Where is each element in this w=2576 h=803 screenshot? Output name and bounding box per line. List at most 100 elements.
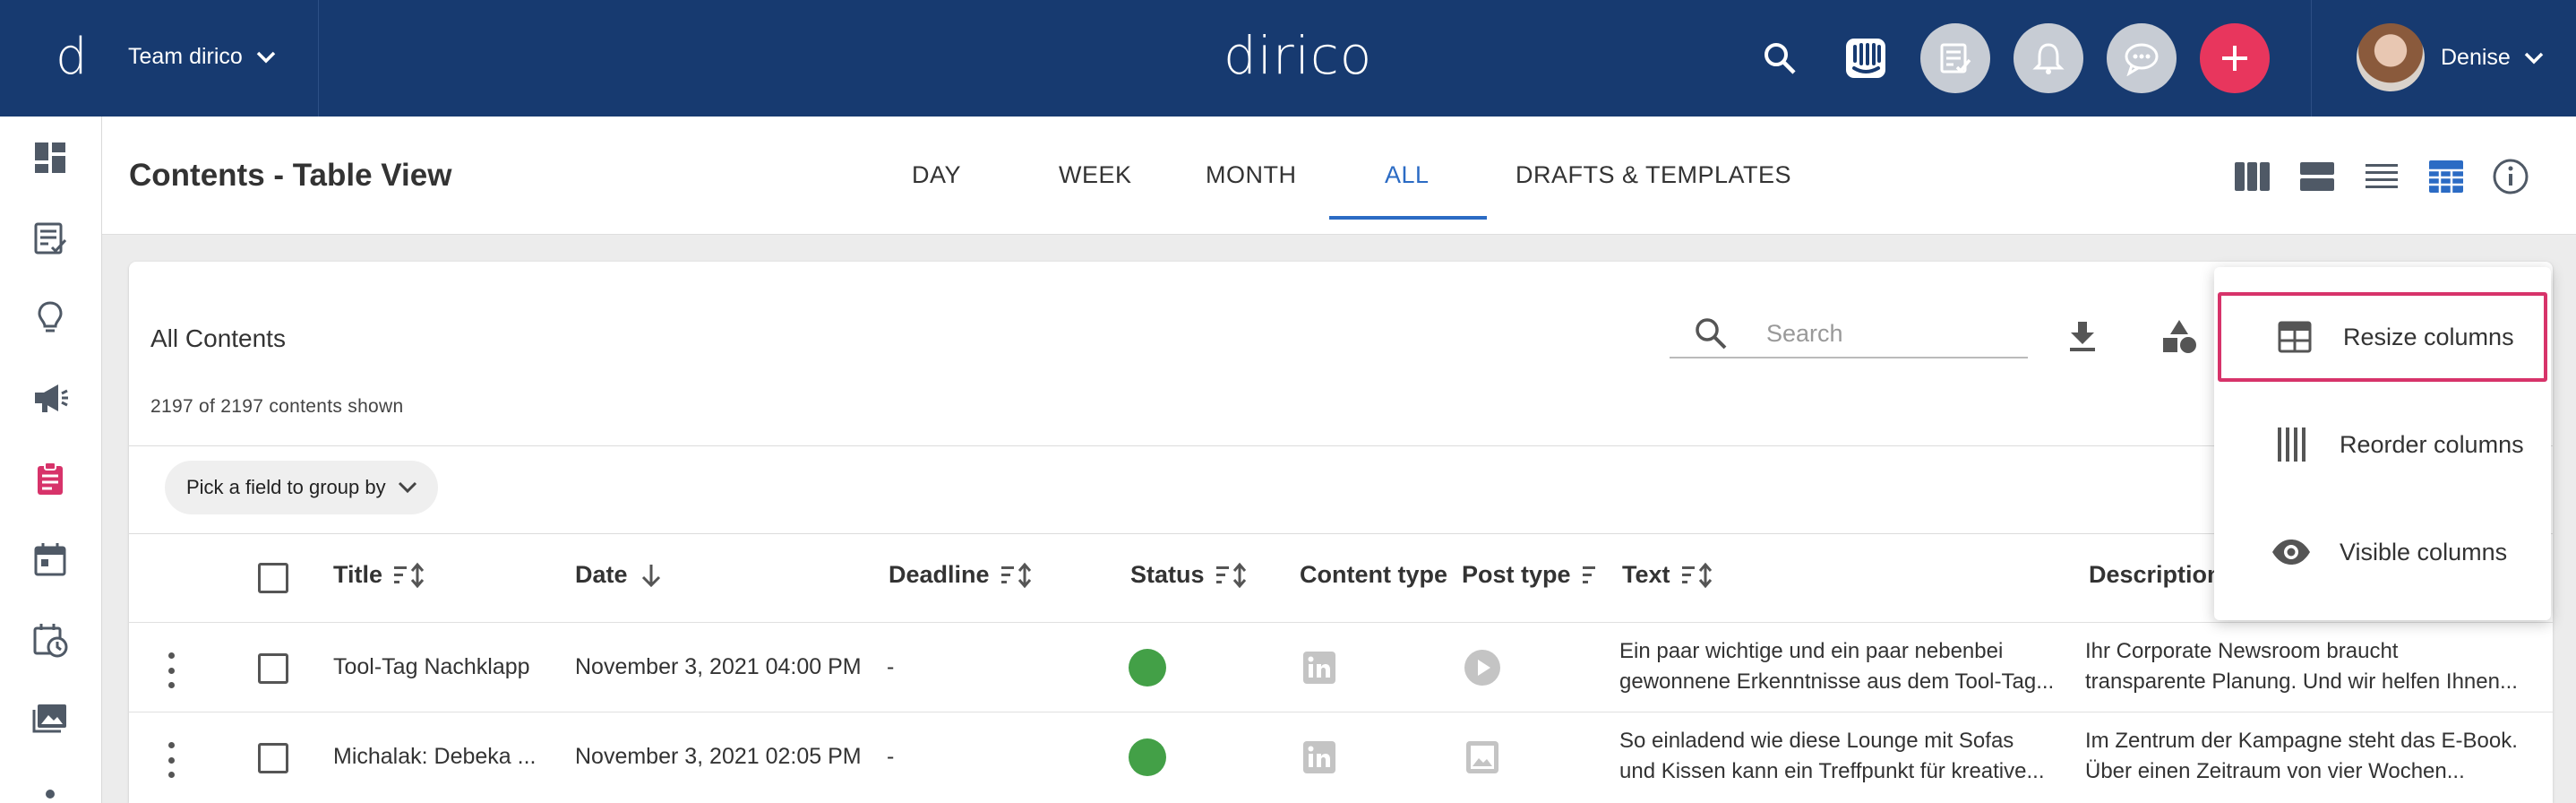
calendar-icon[interactable] bbox=[30, 540, 70, 579]
top-bar: d Team dirico dirico Denise bbox=[0, 0, 2576, 117]
clipboard-icon[interactable] bbox=[30, 459, 70, 498]
idea-icon[interactable] bbox=[30, 298, 70, 337]
column-options-menu: Resize columns Reorder columns Visible c… bbox=[2214, 267, 2551, 620]
active-tab-indicator bbox=[1329, 216, 1487, 220]
linkedin-icon bbox=[1301, 738, 1338, 776]
status-indicator bbox=[1129, 738, 1166, 776]
search-icon[interactable] bbox=[1745, 23, 1815, 93]
description-line: transparente Planung. Und wir helfen Ihn… bbox=[2085, 669, 2518, 694]
more-icon[interactable] bbox=[30, 774, 70, 803]
column-header-label: Description bbox=[2089, 561, 2222, 588]
logo: d bbox=[56, 28, 88, 86]
row-checkbox[interactable] bbox=[258, 653, 288, 684]
column-header-post-type[interactable]: Post type bbox=[1462, 561, 1600, 589]
tab-drafts-templates[interactable]: DRAFTS & TEMPLATES bbox=[1516, 161, 1791, 189]
column-header-content-type[interactable]: Content type bbox=[1300, 561, 1447, 589]
tab-month[interactable]: MONTH bbox=[1206, 161, 1296, 189]
sort-icon[interactable] bbox=[1000, 562, 1033, 589]
chat-icon[interactable] bbox=[2107, 23, 2177, 93]
columns-view-icon[interactable] bbox=[2232, 156, 2273, 197]
row-actions-icon[interactable] bbox=[167, 742, 176, 778]
select-all-checkbox[interactable] bbox=[258, 563, 288, 593]
tab-all[interactable]: ALL bbox=[1385, 161, 1430, 189]
menu-item-resize-columns[interactable]: Resize columns bbox=[2218, 292, 2547, 382]
description-line: Im Zentrum der Kampagne steht das E-Book… bbox=[2085, 729, 2518, 753]
image-icon bbox=[1464, 738, 1501, 776]
plus-icon bbox=[2222, 46, 2247, 71]
table-view-icon[interactable] bbox=[2426, 156, 2467, 197]
cards-view-icon[interactable] bbox=[2297, 156, 2338, 197]
sidebar bbox=[0, 117, 102, 803]
column-header-date[interactable]: Date bbox=[575, 561, 664, 589]
add-button[interactable] bbox=[2200, 23, 2270, 93]
column-header-title[interactable]: Title bbox=[333, 561, 425, 589]
tab-week[interactable]: WEEK bbox=[1059, 161, 1132, 189]
column-header-label: Date bbox=[575, 561, 628, 588]
dashboard-icon[interactable] bbox=[30, 138, 70, 177]
cell-description: Im Zentrum der Kampagne steht das E-Book… bbox=[2085, 726, 2533, 787]
text-line: und Kissen kann ein Treffpunkt für kreat… bbox=[1619, 759, 2045, 783]
resize-columns-icon bbox=[2264, 319, 2325, 355]
chevron-down-icon bbox=[2524, 52, 2544, 64]
sort-icon[interactable] bbox=[1215, 562, 1248, 589]
sort-icon[interactable] bbox=[1681, 562, 1713, 589]
linkedin-icon bbox=[1301, 649, 1338, 686]
user-menu[interactable]: Denise bbox=[2311, 0, 2576, 117]
menu-item-visible-columns[interactable]: Visible columns bbox=[2218, 507, 2547, 597]
eye-icon bbox=[2261, 539, 2322, 566]
column-header-label: Deadline bbox=[889, 561, 990, 588]
column-header-label: Post type bbox=[1462, 561, 1571, 588]
cell-title[interactable]: Michalak: Debeka ... bbox=[333, 744, 537, 770]
tab-day[interactable]: DAY bbox=[912, 161, 961, 189]
cell-deadline: - bbox=[887, 654, 895, 679]
search-input[interactable] bbox=[1766, 315, 2017, 351]
column-header-label: Status bbox=[1130, 561, 1205, 588]
divider bbox=[129, 533, 2553, 534]
column-header-text[interactable]: Text bbox=[1622, 561, 1713, 589]
cell-date: November 3, 2021 04:00 PM bbox=[575, 654, 862, 679]
reorder-columns-icon bbox=[2261, 426, 2322, 463]
chevron-down-icon bbox=[256, 51, 276, 63]
column-header-status[interactable]: Status bbox=[1130, 561, 1248, 589]
text-line: gewonnene Erkenntnisse aus dem Tool-Tag.… bbox=[1619, 669, 2055, 694]
text-line: Ein paar wichtige und ein paar nebenbei bbox=[1619, 639, 2004, 663]
cell-title[interactable]: Tool-Tag Nachklapp bbox=[333, 654, 530, 680]
contents-icon[interactable] bbox=[30, 219, 70, 258]
team-switcher[interactable]: d Team dirico bbox=[0, 0, 319, 117]
cell-deadline: - bbox=[887, 744, 895, 769]
cell-description: Ihr Corporate Newsroom braucht transpare… bbox=[2085, 636, 2533, 697]
menu-item-reorder-columns[interactable]: Reorder columns bbox=[2218, 400, 2547, 489]
description-line: Über einen Zeitraum von vier Wochen... bbox=[2085, 759, 2465, 783]
menu-item-label: Visible columns bbox=[2340, 538, 2508, 566]
media-icon[interactable] bbox=[30, 699, 70, 738]
info-icon[interactable] bbox=[2490, 156, 2531, 197]
page-title: Contents - Table View bbox=[129, 158, 452, 193]
sort-icon[interactable] bbox=[1582, 562, 1600, 589]
column-header-label: Text bbox=[1622, 561, 1670, 588]
shapes-icon[interactable] bbox=[2159, 315, 2200, 357]
column-header-description[interactable]: Description bbox=[2089, 561, 2222, 589]
brand-logo: dirico bbox=[1224, 25, 1373, 86]
row-actions-icon[interactable] bbox=[167, 652, 176, 688]
chevron-down-icon bbox=[398, 481, 416, 494]
team-selector[interactable]: Team dirico bbox=[128, 44, 277, 70]
search-field[interactable] bbox=[1670, 308, 2028, 358]
campaign-icon[interactable] bbox=[30, 378, 70, 418]
contents-card: All Contents 2197 of 2197 contents shown… bbox=[129, 262, 2553, 803]
column-header-deadline[interactable]: Deadline bbox=[889, 561, 1033, 589]
team-label: Team dirico bbox=[128, 44, 243, 69]
intercom-icon[interactable] bbox=[1831, 23, 1901, 93]
card-title: All Contents bbox=[150, 324, 286, 352]
download-icon[interactable] bbox=[2062, 315, 2103, 357]
column-header-label: Title bbox=[333, 561, 383, 588]
row-checkbox[interactable] bbox=[258, 743, 288, 773]
list-view-icon[interactable] bbox=[2361, 156, 2402, 197]
schedule-icon[interactable] bbox=[30, 620, 70, 660]
arrow-down-icon[interactable] bbox=[639, 562, 664, 589]
user-name: Denise bbox=[2441, 45, 2511, 70]
sort-icon[interactable] bbox=[393, 562, 425, 589]
tasks-icon[interactable] bbox=[1920, 23, 1990, 93]
group-by-chip[interactable]: Pick a field to group by bbox=[165, 461, 438, 514]
menu-item-label: Resize columns bbox=[2343, 323, 2514, 350]
bell-icon[interactable] bbox=[2014, 23, 2083, 93]
